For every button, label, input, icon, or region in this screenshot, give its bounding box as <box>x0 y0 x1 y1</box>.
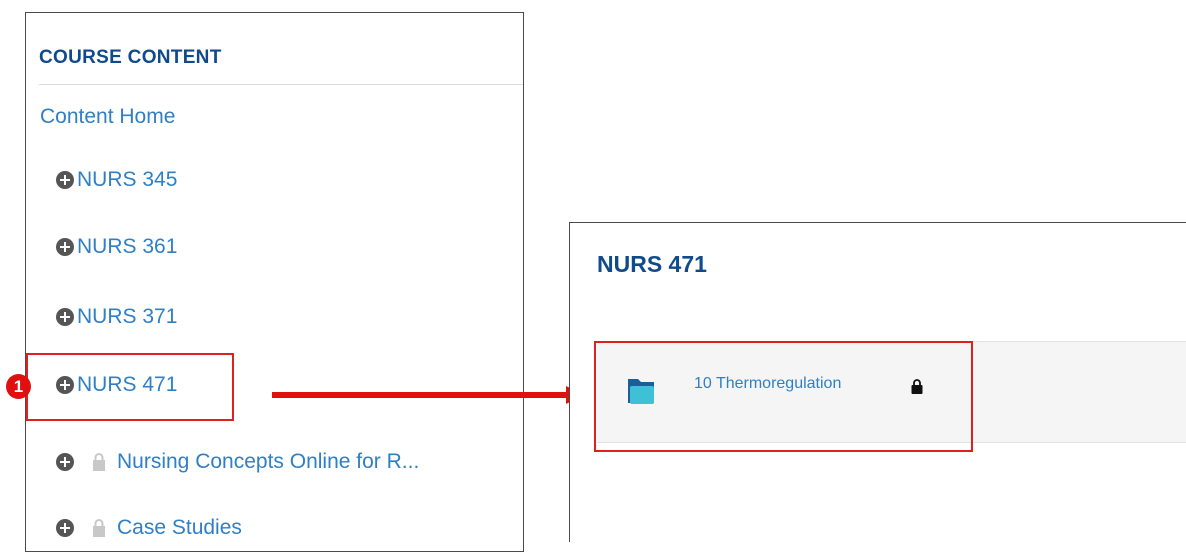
plus-circle-icon[interactable] <box>56 519 74 537</box>
highlight-box-nurs-471 <box>26 353 234 421</box>
module-title: NURS 471 <box>597 251 707 277</box>
course-content-panel: COURSE CONTENT Content Home NURS 345 NUR… <box>25 12 524 552</box>
tree-item-case-studies[interactable]: Case Studies <box>56 513 242 543</box>
title-divider <box>39 84 523 85</box>
tree-item-nurs-345[interactable]: NURS 345 <box>56 165 177 195</box>
plus-circle-icon[interactable] <box>56 171 74 189</box>
lock-icon <box>91 452 107 472</box>
content-home-link[interactable]: Content Home <box>40 105 175 129</box>
tree-item-label[interactable]: Case Studies <box>117 516 242 540</box>
plus-circle-icon[interactable] <box>56 238 74 256</box>
lock-icon <box>91 518 107 538</box>
highlight-box-folder <box>594 341 973 452</box>
course-content-title: COURSE CONTENT <box>39 47 222 68</box>
arrow-right-icon <box>272 386 584 404</box>
tree-item-nursing-concepts[interactable]: Nursing Concepts Online for R... <box>56 447 419 477</box>
tree-item-label[interactable]: NURS 371 <box>77 305 177 329</box>
tree-item-nurs-361[interactable]: NURS 361 <box>56 232 177 262</box>
tree-item-label[interactable]: NURS 361 <box>77 235 177 259</box>
step-number-badge: 1 <box>6 374 31 399</box>
tree-item-label[interactable]: NURS 345 <box>77 168 177 192</box>
tree-item-label[interactable]: Nursing Concepts Online for R... <box>117 450 419 474</box>
tree-item-nurs-371[interactable]: NURS 371 <box>56 302 177 332</box>
plus-circle-icon[interactable] <box>56 308 74 326</box>
plus-circle-icon[interactable] <box>56 453 74 471</box>
